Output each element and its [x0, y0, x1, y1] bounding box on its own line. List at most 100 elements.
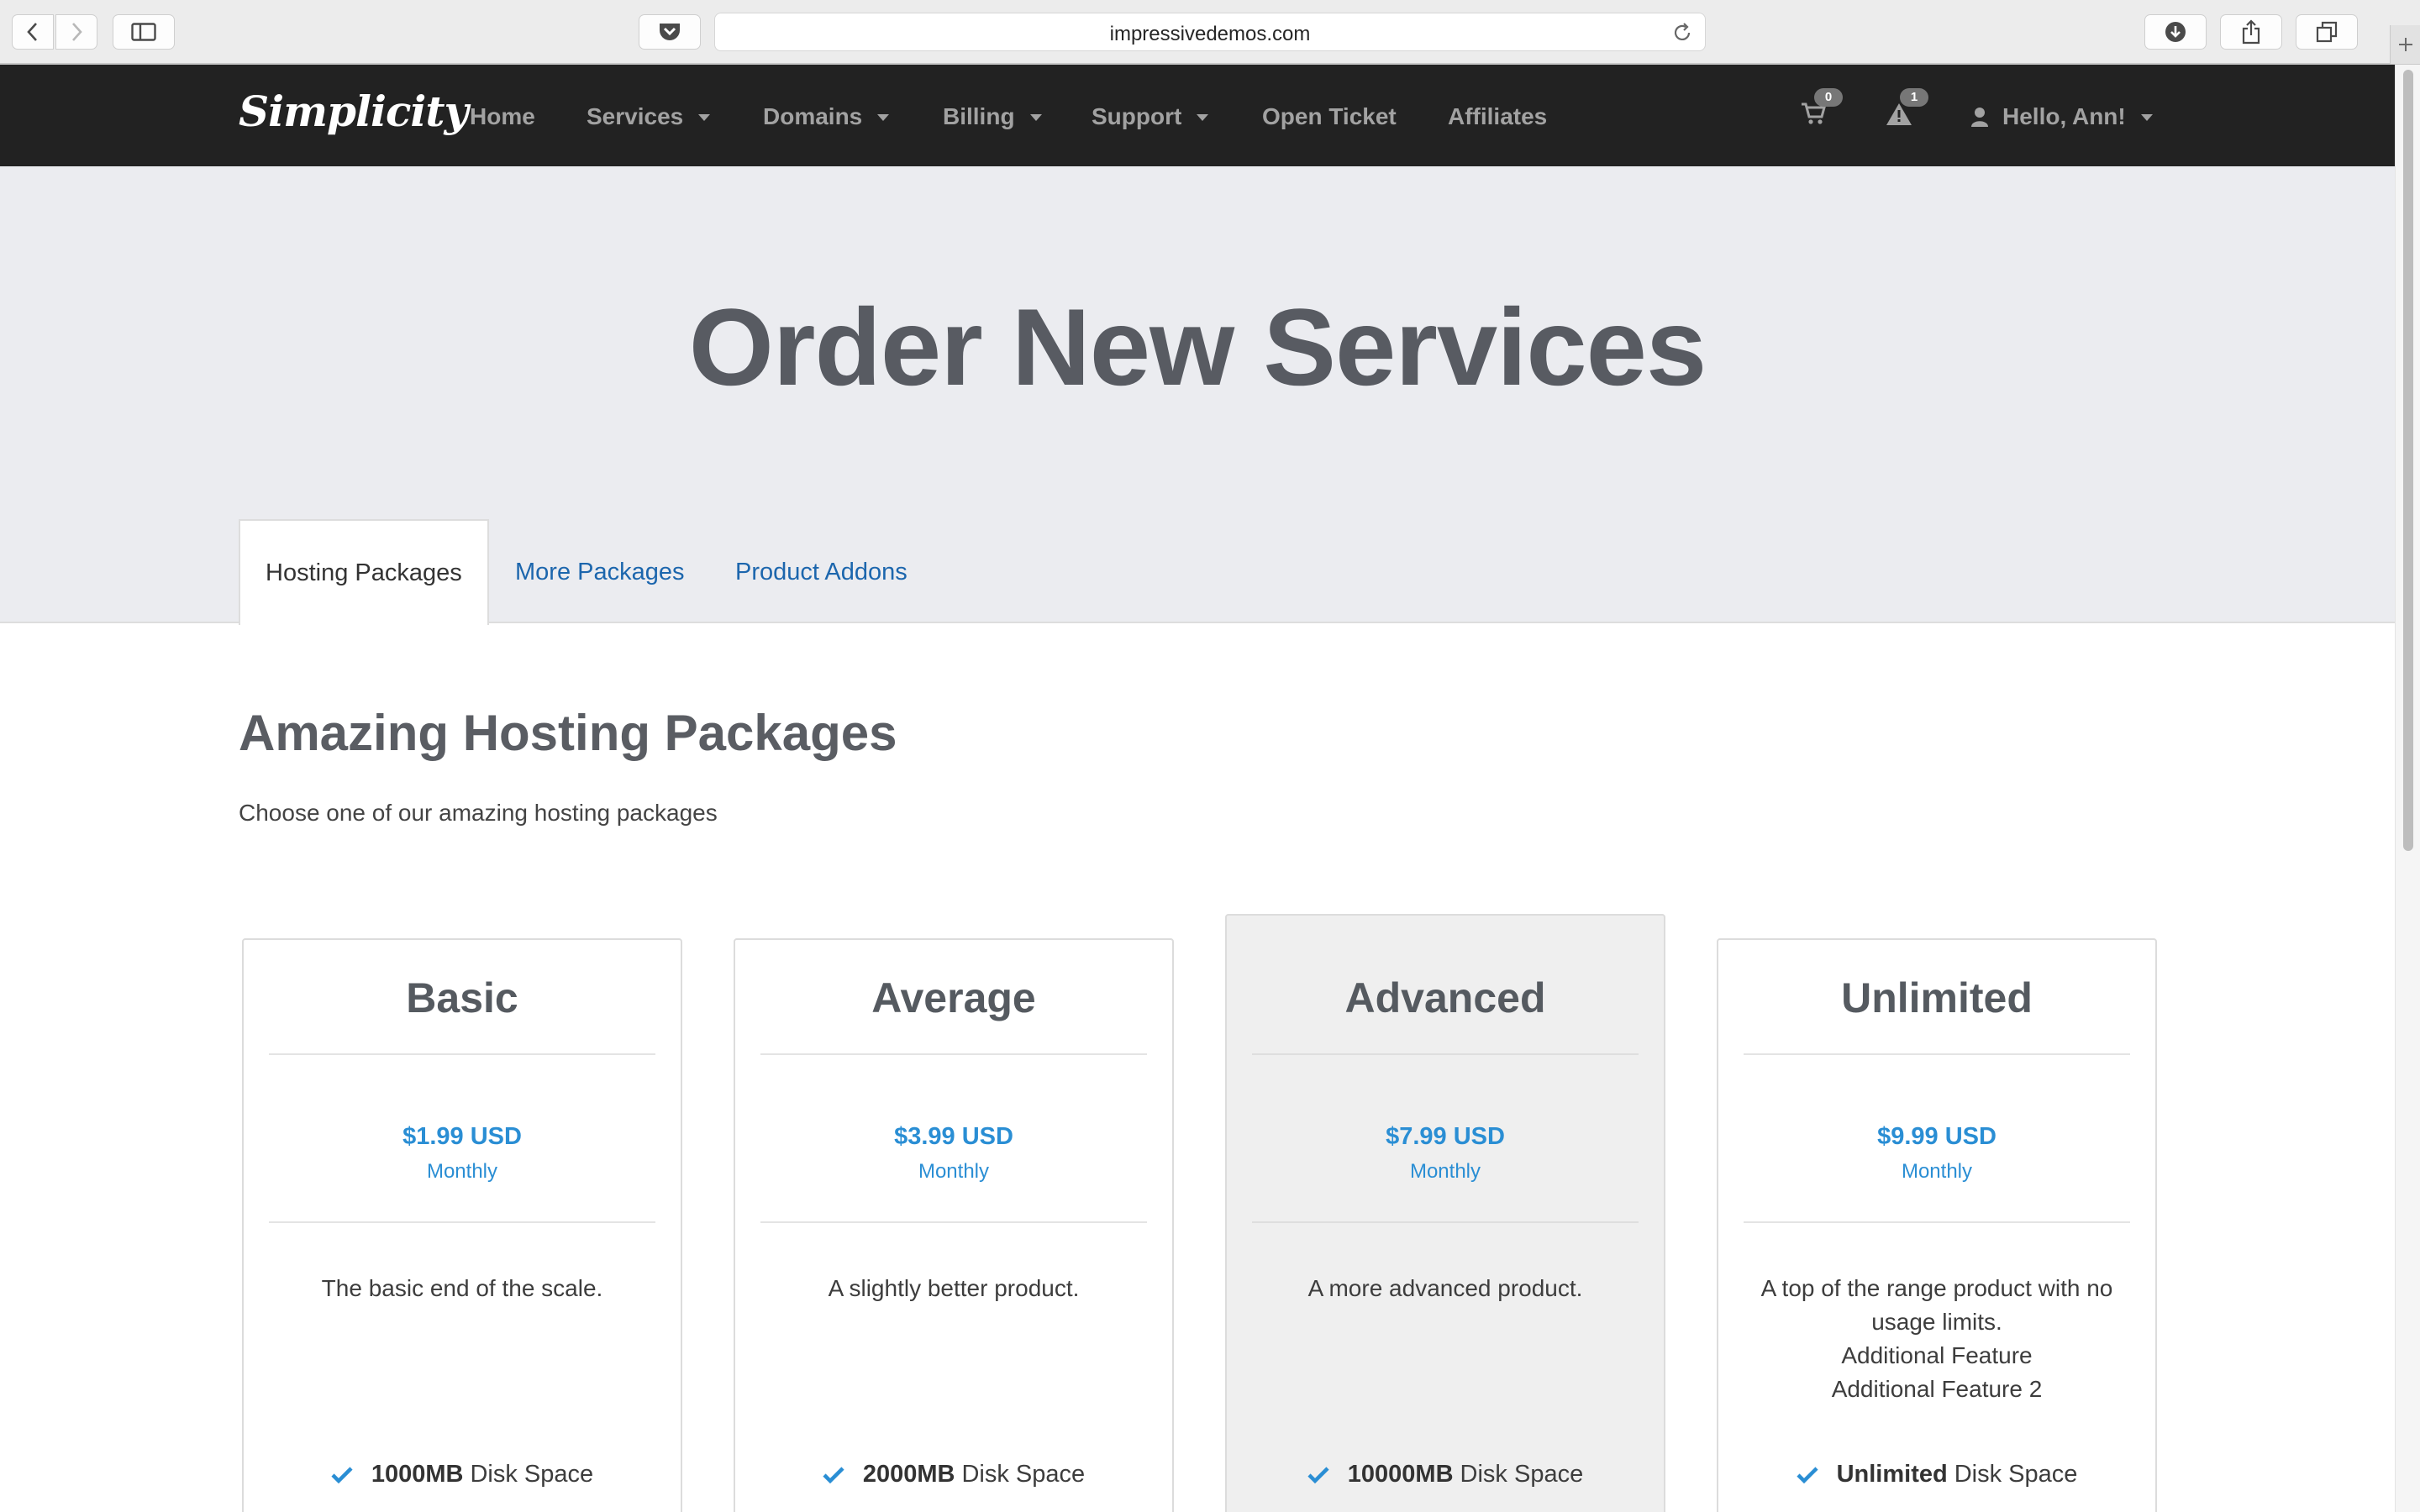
package-description: A slightly better product.: [760, 1272, 1147, 1305]
nav-services[interactable]: Services: [587, 103, 711, 130]
nav-support-label: Support: [1092, 103, 1182, 129]
tab-product-addons[interactable]: Product Addons: [710, 519, 933, 625]
description-line: A top of the range product with no: [1760, 1275, 2113, 1301]
page-header: Order New Services Hosting Packages More…: [0, 166, 2395, 625]
caret-down-icon: [698, 114, 711, 121]
feature-value: 10000MB: [1347, 1461, 1454, 1488]
page-scrollbar[interactable]: [2395, 65, 2420, 1512]
sidebar-icon: [131, 23, 156, 41]
divider: [1252, 1221, 1639, 1223]
description-line: The basic end of the scale.: [321, 1275, 603, 1301]
forward-button[interactable]: [55, 14, 97, 50]
package-price: $1.99 USD: [402, 1123, 522, 1150]
package-name: Basic: [406, 974, 518, 1021]
tabs-icon: [2316, 21, 2338, 43]
description-line: A slightly better product.: [828, 1275, 1080, 1301]
package-price: $9.99 USD: [1877, 1123, 1996, 1150]
billing-cycle: Monthly: [1409, 1160, 1481, 1183]
divider: [760, 1053, 1147, 1055]
billing-cycle: Monthly: [918, 1160, 990, 1183]
nav-affiliates[interactable]: Affiliates: [1448, 103, 1547, 130]
caret-down-icon: [877, 114, 890, 121]
check-icon: [1797, 1466, 1818, 1483]
page-title: Order New Services: [688, 286, 1707, 408]
tab-label: More Packages: [515, 558, 685, 585]
tab-hosting-packages[interactable]: Hosting Packages: [239, 519, 489, 625]
share-button[interactable]: [2220, 14, 2282, 50]
feature-value: 2000MB: [862, 1461, 955, 1488]
feature-label: Disk Space: [1954, 1461, 2078, 1488]
feature-disk-space: Unlimited Disk Space: [1718, 1461, 2155, 1488]
package-name: Average: [871, 974, 1036, 1021]
description-line: Additional Feature 2: [1831, 1376, 2043, 1402]
tabs-overview-button[interactable]: [2296, 14, 2358, 50]
user-icon: [1971, 108, 1988, 127]
package-card-average[interactable]: Average $3.99 USD Monthly A slightly bet…: [734, 938, 1174, 1512]
tab-label: Hosting Packages: [266, 559, 462, 586]
scrollbar-thumb[interactable]: [2403, 70, 2413, 851]
description-line: A more advanced product.: [1307, 1275, 1583, 1301]
chevron-left-icon: [27, 23, 37, 41]
nav-billing[interactable]: Billing: [943, 103, 1042, 130]
nav-domains-label: Domains: [763, 103, 863, 129]
section-subtitle: Choose one of our amazing hosting packag…: [239, 800, 718, 826]
nav-domains[interactable]: Domains: [763, 103, 890, 130]
package-description: A top of the range product with no usage…: [1744, 1272, 2130, 1406]
brand-logo[interactable]: Simplicity: [239, 87, 469, 136]
package-card-advanced[interactable]: Advanced $7.99 USD Monthly A more advanc…: [1225, 914, 1665, 1512]
check-icon: [331, 1466, 353, 1483]
divider: [760, 1221, 1147, 1223]
package-name: Advanced: [1344, 974, 1546, 1021]
nav-services-label: Services: [587, 103, 684, 129]
sidebar-toggle-button[interactable]: [113, 14, 175, 50]
site-navbar: Simplicity Home Services Domains Billing…: [0, 65, 2395, 166]
share-icon: [2242, 19, 2260, 45]
downloads-button[interactable]: [2144, 14, 2207, 50]
divider: [1744, 1053, 2130, 1055]
package-card-basic[interactable]: Basic $1.99 USD Monthly The basic end of…: [242, 938, 682, 1512]
package-card-unlimited[interactable]: Unlimited $9.99 USD Monthly A top of the…: [1717, 938, 2157, 1512]
browser-toolbar: impressivedemos.com: [0, 0, 2420, 65]
reload-icon[interactable]: [1671, 22, 1693, 44]
billing-cycle: Monthly: [1901, 1160, 1973, 1183]
nav-billing-label: Billing: [943, 103, 1015, 129]
nav-support[interactable]: Support: [1092, 103, 1209, 130]
divider: [269, 1053, 655, 1055]
nav-home[interactable]: Home: [470, 103, 535, 130]
section-title: Amazing Hosting Packages: [239, 705, 897, 761]
feature-disk-space: 10000MB Disk Space: [1227, 1461, 1664, 1488]
feature-value: 1000MB: [371, 1461, 464, 1488]
package-description: The basic end of the scale.: [269, 1272, 655, 1305]
nav-open-ticket[interactable]: Open Ticket: [1262, 103, 1397, 130]
address-bar[interactable]: impressivedemos.com: [714, 13, 1706, 51]
package-description: A more advanced product.: [1252, 1272, 1639, 1305]
pocket-icon: [660, 24, 680, 40]
divider: [1744, 1221, 2130, 1223]
feature-label: Disk Space: [1460, 1461, 1584, 1488]
package-name: Unlimited: [1841, 974, 2033, 1021]
chevron-right-icon: [72, 23, 82, 41]
url-text: impressivedemos.com: [1109, 23, 1311, 45]
feature-disk-space: 2000MB Disk Space: [735, 1461, 1172, 1488]
package-price: $7.99 USD: [1386, 1123, 1505, 1150]
caret-down-icon: [1029, 114, 1042, 121]
pocket-button[interactable]: [639, 14, 701, 50]
divider: [269, 1221, 655, 1223]
user-greeting: Hello, Ann!: [2002, 103, 2126, 129]
user-menu[interactable]: Hello, Ann!: [1970, 103, 2153, 130]
caret-down-icon: [1197, 114, 1209, 121]
cart-count-badge: 0: [1814, 88, 1843, 107]
check-icon: [823, 1466, 844, 1483]
alert-count-badge: 1: [1900, 88, 1928, 107]
check-icon: [1307, 1466, 1329, 1483]
nav-home-label: Home: [470, 103, 535, 129]
feature-label: Disk Space: [470, 1461, 594, 1488]
nav-open-ticket-label: Open Ticket: [1262, 103, 1397, 129]
back-button[interactable]: [12, 14, 54, 50]
download-icon: [2165, 22, 2186, 42]
tab-more-packages[interactable]: More Packages: [490, 519, 710, 625]
caret-down-icon: [2140, 114, 2153, 121]
new-tab-button[interactable]: [2390, 25, 2420, 64]
billing-cycle: Monthly: [426, 1160, 498, 1183]
description-line: Additional Feature: [1841, 1342, 2033, 1368]
